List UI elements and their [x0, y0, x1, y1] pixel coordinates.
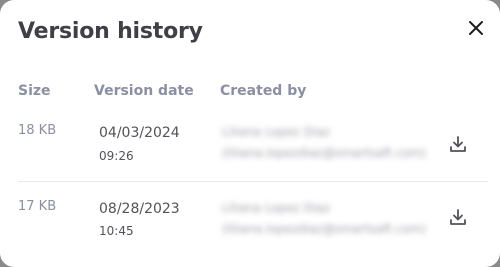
version-size: 17 KB [18, 199, 57, 214]
download-button[interactable] [446, 205, 470, 229]
version-history-dialog: Version history Size Version date Create… [0, 0, 500, 267]
row-divider [18, 181, 488, 182]
version-time: 10:45 [99, 224, 134, 238]
download-icon [450, 209, 466, 225]
created-by: Liliana Lopez Diaz (liliana.lopezdiaz@sm… [222, 200, 440, 237]
version-time: 09:26 [99, 149, 134, 163]
version-date: 08/28/2023 [99, 201, 180, 217]
close-icon [469, 21, 483, 35]
version-date: 04/03/2024 [99, 125, 180, 141]
column-header-created-by: Created by [220, 83, 307, 99]
version-size: 18 KB [18, 123, 57, 138]
download-icon [450, 136, 466, 152]
dialog-title: Version history [18, 19, 203, 44]
creator-name: Liliana Lopez Diaz [222, 201, 330, 215]
column-header-version-date: Version date [94, 83, 194, 99]
created-by: Liliana Lopez Diaz (liliana.lopezdiaz@sm… [222, 124, 440, 161]
column-header-size: Size [18, 83, 51, 99]
creator-email: (liliana.lopezdiaz@smartsaft.com) [222, 146, 427, 160]
download-button[interactable] [446, 132, 470, 156]
creator-name: Liliana Lopez Diaz [222, 125, 330, 139]
close-button[interactable] [462, 14, 490, 42]
creator-email: (liliana.lopezdiaz@smartsaft.com) [222, 222, 427, 236]
